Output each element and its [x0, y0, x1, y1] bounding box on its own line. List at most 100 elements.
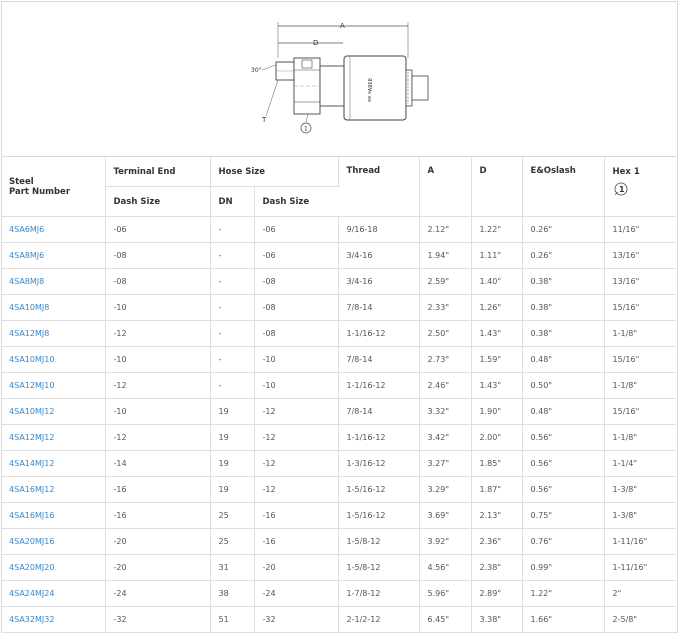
cell-part-number-link[interactable]: 4SA8MJ8	[1, 268, 106, 295]
cell-part-number-link[interactable]: 4SA10MJ12	[1, 398, 106, 425]
cell-part-number-link[interactable]: 4SA12MJ12	[1, 424, 106, 451]
cell-terminal-dash-size: -24	[105, 580, 211, 607]
cell-hose-dash-size: -10	[254, 372, 339, 399]
cell-terminal-dash-size: -12	[105, 372, 211, 399]
cell-dim-a: 3.92"	[419, 528, 472, 555]
cell-thread: 1-1/16-12	[338, 372, 420, 399]
cell-dim-d: 2.38"	[471, 554, 523, 581]
header-dash-size: Dash Size	[105, 186, 211, 217]
cell-dim-d: 1.59"	[471, 346, 523, 373]
cell-dim-d: 3.38"	[471, 606, 523, 633]
cell-part-number-link[interactable]: 4SA16MJ16	[1, 502, 106, 529]
cell-hose-dash-size: -12	[254, 450, 339, 477]
cell-dim-a: 3.69"	[419, 502, 472, 529]
table-row: 4SA24MJ24 -24 38 -24 1-7/8-12 5.96" 2.89" 1.22"…	[1, 580, 677, 607]
header-hose-size: Hose Size	[210, 157, 339, 187]
cell-e-oslash: 1.22"	[522, 580, 605, 607]
cell-dim-d: 1.40"	[471, 268, 523, 295]
cell-hex-1: 15/16"	[604, 398, 677, 425]
cell-hex-1: 15/16"	[604, 294, 677, 321]
cell-terminal-dash-size: -08	[105, 268, 211, 295]
header-a: A	[419, 157, 472, 217]
cell-dn: 25	[210, 528, 255, 555]
cell-terminal-dash-size: -08	[105, 242, 211, 269]
cell-thread: 2-1/2-12	[338, 606, 420, 633]
cell-dn: -	[210, 372, 255, 399]
cell-part-number-link[interactable]: 4SA12MJ10	[1, 372, 106, 399]
cell-dim-a: 5.96"	[419, 580, 472, 607]
cell-terminal-dash-size: -32	[105, 606, 211, 633]
cell-e-oslash: 0.99"	[522, 554, 605, 581]
cell-dim-a: 2.59"	[419, 268, 472, 295]
cell-part-number-link[interactable]: 4SA24MJ24	[1, 580, 106, 607]
cell-part-number-link[interactable]: 4SA20MJ20	[1, 554, 106, 581]
table-row: 4SA20MJ16 -20 25 -16 1-5/8-12 3.92" 2.36" 0.76"…	[1, 528, 677, 555]
cell-dn: -	[210, 346, 255, 373]
cell-dim-a: 6.45"	[419, 606, 472, 633]
cell-hex-1: 2-5/8"	[604, 606, 677, 633]
header-hex-1: Hex 1 1	[604, 157, 677, 217]
cell-hose-dash-size: -08	[254, 320, 339, 347]
cell-hose-dash-size: -06	[254, 216, 339, 243]
cell-terminal-dash-size: -14	[105, 450, 211, 477]
angle-label: 30°	[251, 67, 262, 74]
cell-part-number-link[interactable]: 4SA8MJ6	[1, 242, 106, 269]
table-row: 4SA10MJ10 -10- -10 7/8-14 2.73" 1.59" 0.48" 15/…	[1, 346, 677, 373]
cell-e-oslash: 0.26"	[522, 242, 605, 269]
cell-hex-1: 1-1/8"	[604, 372, 677, 399]
table-row: 4SA14MJ12 -14 19 -12 1-3/16-12 3.27" 1.85" 0.56…	[1, 450, 677, 477]
cell-part-number-link[interactable]: 4SA32MJ32	[1, 606, 106, 633]
cell-dn: -	[210, 242, 255, 269]
hex-marker-icon: 1	[614, 182, 627, 196]
cell-hose-dash-size: -12	[254, 398, 339, 425]
cell-terminal-dash-size: -20	[105, 528, 211, 555]
cell-part-number-link[interactable]: 4SA20MJ16	[1, 528, 106, 555]
cell-dn: -	[210, 268, 255, 295]
fitting-drawing: A D 30° ЯƎ8Ɐκ ǝǝ T 1	[251, 22, 429, 134]
cell-hex-1: 1-1/8"	[604, 424, 677, 451]
cell-hose-dash-size: -16	[254, 502, 339, 529]
cell-thread: 1-1/16-12	[338, 424, 420, 451]
cell-dim-d: 1.22"	[471, 216, 523, 243]
cell-part-number-link[interactable]: 4SA6MJ6	[1, 216, 106, 243]
svg-text:1: 1	[619, 185, 625, 194]
cell-terminal-dash-size: -10	[105, 294, 211, 321]
cell-thread: 1-3/16-12	[338, 450, 420, 477]
cell-dn: 19	[210, 398, 255, 425]
cell-terminal-dash-size: -06	[105, 216, 211, 243]
table-row: 4SA10MJ12 -10 19 -12 7/8-14 3.32" 1.90" 0.48" 15…	[1, 398, 677, 425]
cell-dim-a: 2.12"	[419, 216, 472, 243]
cell-dim-d: 2.00"	[471, 424, 523, 451]
cell-dim-d: 1.85"	[471, 450, 523, 477]
cell-hex-1: 15/16"	[604, 346, 677, 373]
table-row: 4SA12MJ10 -12- -10 1-1/16-12 2.46" 1.43" 0.50"…	[1, 372, 677, 399]
cell-hex-1: 13/16"	[604, 242, 677, 269]
cell-thread: 7/8-14	[338, 398, 420, 425]
table-row: 4SA8MJ6 -08- -06 3/4-16 1.94" 1.11" 0.26" 13/16…	[1, 242, 677, 269]
table-row: 4SA12MJ12 -12 19 -12 1-1/16-12 3.42" 2.00" 0.56…	[1, 424, 677, 451]
cell-dn: 25	[210, 502, 255, 529]
cell-dn: 19	[210, 450, 255, 477]
cell-dim-a: 2.46"	[419, 372, 472, 399]
cell-dn: 19	[210, 424, 255, 451]
table-row: 4SA8MJ8 -08- -08 3/4-16 2.59" 1.40" 0.38" 13/16…	[1, 268, 677, 295]
cell-part-number-link[interactable]: 4SA10MJ8	[1, 294, 106, 321]
cell-hex-1: 1-11/16"	[604, 528, 677, 555]
cell-e-oslash: 0.48"	[522, 346, 605, 373]
cell-dim-d: 2.36"	[471, 528, 523, 555]
cell-part-number-link[interactable]: 4SA10MJ10	[1, 346, 106, 373]
cell-e-oslash: 0.38"	[522, 294, 605, 321]
cell-dim-a: 3.42"	[419, 424, 472, 451]
table-row: 4SA16MJ16 -16 25 -16 1-5/16-12 3.69" 2.13" 0.75…	[1, 502, 677, 529]
hex-marker-label: 1	[304, 126, 308, 133]
cell-dim-d: 1.87"	[471, 476, 523, 503]
cell-e-oslash: 0.48"	[522, 398, 605, 425]
cell-e-oslash: 1.66"	[522, 606, 605, 633]
cell-e-oslash: 0.56"	[522, 476, 605, 503]
cell-part-number-link[interactable]: 4SA14MJ12	[1, 450, 106, 477]
cell-part-number-link[interactable]: 4SA16MJ12	[1, 476, 106, 503]
cell-dim-d: 1.43"	[471, 372, 523, 399]
cell-part-number-link[interactable]: 4SA12MJ8	[1, 320, 106, 347]
cell-hex-1: 13/16"	[604, 268, 677, 295]
cell-e-oslash: 0.50"	[522, 372, 605, 399]
